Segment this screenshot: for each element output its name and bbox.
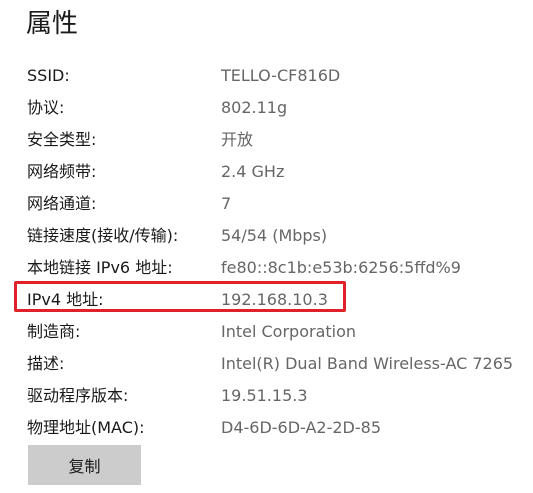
property-value: Intel Corporation [221, 322, 357, 341]
property-row-ssid: SSID: TELLO-CF816D [0, 60, 533, 92]
property-row-mac-address: 物理地址(MAC): D4-6D-6D-A2-2D-85 [0, 412, 533, 444]
property-row-security-type: 安全类型: 开放 [0, 124, 533, 156]
page-title: 属性 [26, 9, 79, 39]
property-row-link-speed: 链接速度(接收/传输): 54/54 (Mbps) [0, 220, 533, 252]
property-value: D4-6D-6D-A2-2D-85 [221, 418, 381, 437]
property-value: fe80::8c1b:e53b:6256:5ffd%9 [221, 258, 461, 277]
property-label: 协议: [27, 98, 65, 117]
property-value: 19.51.15.3 [221, 386, 308, 405]
property-row-description: 描述: Intel(R) Dual Band Wireless-AC 7265 [0, 348, 533, 380]
property-value: 802.11g [221, 98, 288, 117]
property-row-protocol: 协议: 802.11g [0, 92, 533, 124]
property-value: TELLO-CF816D [221, 66, 341, 85]
property-label: 描述: [27, 354, 65, 373]
property-label: SSID: [27, 66, 70, 85]
property-value: 开放 [221, 130, 254, 149]
property-row-network-band: 网络频带: 2.4 GHz [0, 156, 533, 188]
property-label: 安全类型: [27, 130, 97, 149]
property-value: Intel(R) Dual Band Wireless-AC 7265 [221, 354, 514, 373]
property-row-manufacturer: 制造商: Intel Corporation [0, 316, 533, 348]
property-label: 驱动程序版本: [27, 386, 129, 405]
property-label: 网络频带: [27, 162, 97, 181]
property-value: 2.4 GHz [221, 162, 285, 181]
property-value: 54/54 (Mbps) [221, 226, 328, 245]
property-row-network-channel: 网络通道: 7 [0, 188, 533, 220]
property-row-ipv6-address: 本地链接 IPv6 地址: fe80::8c1b:e53b:6256:5ffd%… [0, 252, 533, 284]
properties-list: SSID: TELLO-CF816D 协议: 802.11g 安全类型: 开放 … [0, 60, 533, 444]
property-row-driver-version: 驱动程序版本: 19.51.15.3 [0, 380, 533, 412]
property-label: 链接速度(接收/传输): [27, 226, 179, 245]
copy-button[interactable]: 复制 [28, 445, 141, 485]
property-label: 网络通道: [27, 194, 97, 213]
properties-page: 属性 SSID: TELLO-CF816D 协议: 802.11g 安全类型: … [0, 0, 533, 493]
property-label: 物理地址(MAC): [27, 418, 145, 437]
property-label: 本地链接 IPv6 地址: [27, 258, 173, 277]
property-value: 7 [221, 194, 232, 213]
property-label: 制造商: [27, 322, 81, 341]
ipv4-highlight-annotation [14, 281, 346, 312]
